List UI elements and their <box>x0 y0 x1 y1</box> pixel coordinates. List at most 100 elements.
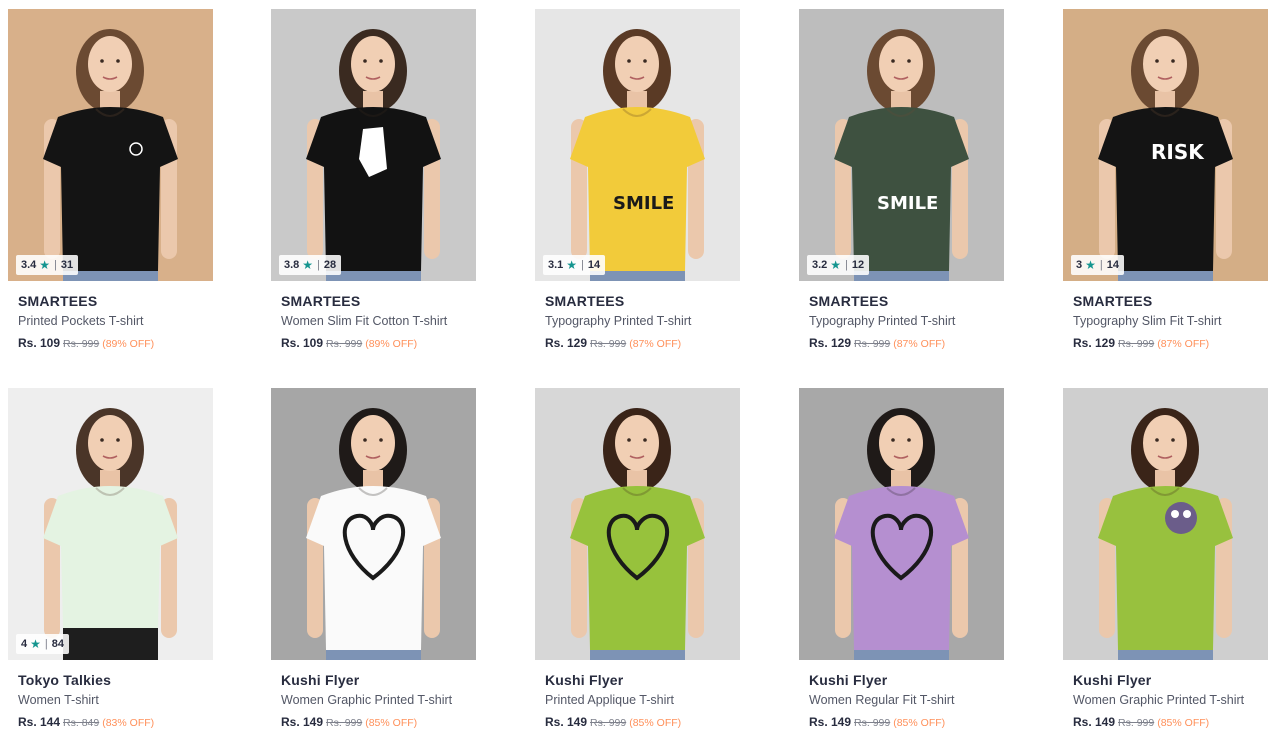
product-mrp: Rs. 999 <box>63 338 100 350</box>
product-discount: (87% OFF) <box>893 338 946 350</box>
rating-separator: | <box>317 259 320 271</box>
price-row: Rs. 144 Rs. 849 (83% OFF) <box>18 715 213 731</box>
product-image[interactable]: 3.4 ★ | 31 <box>8 9 213 281</box>
star-icon: ★ <box>830 258 842 272</box>
product-discount: (85% OFF) <box>893 717 946 729</box>
product-card[interactable]: SMILE 3.1 ★ | 14 SMARTEES Typography Printed T… <box>535 9 740 352</box>
price-row: Rs. 109 Rs. 999 (89% OFF) <box>281 336 476 352</box>
product-card[interactable]: 3.4 ★ | 31 SMARTEES Printed Pockets T-shirt Rs… <box>8 9 213 352</box>
product-name[interactable]: Women Graphic Printed T-shirt <box>281 693 476 708</box>
product-brand[interactable]: SMARTEES <box>1073 293 1268 309</box>
product-card[interactable]: 4 ★ | 84 Tokyo Talkies Women T-shirt Rs. 144 Rs… <box>8 388 213 731</box>
price-row: Rs. 109 Rs. 999 (89% OFF) <box>18 336 213 352</box>
product-brand[interactable]: SMARTEES <box>281 293 476 309</box>
product-price: Rs. 129 <box>809 336 852 350</box>
product-brand[interactable]: Kushi Flyer <box>1073 672 1268 688</box>
product-discount: (89% OFF) <box>365 338 418 350</box>
product-mrp: Rs. 849 <box>63 717 100 729</box>
product-card[interactable]: SMILE 3.2 ★ | 12 SMARTEES Typography Printed T… <box>799 9 1004 352</box>
product-card[interactable]: Kushi Flyer Printed Applique T-shirt Rs. 1… <box>535 388 740 731</box>
product-info: SMARTEES Typography Slim Fit T-shirt Rs. 1… <box>1063 281 1268 352</box>
product-info: SMARTEES Typography Printed T-shirt Rs. 12… <box>535 281 740 352</box>
star-icon: ★ <box>30 637 41 651</box>
star-icon: ★ <box>302 258 314 272</box>
rating-count: 28 <box>323 259 337 271</box>
rating-count: 31 <box>60 259 74 271</box>
product-info: Kushi Flyer Women Graphic Printed T-shirt… <box>271 660 476 731</box>
product-discount: (89% OFF) <box>102 338 155 350</box>
product-brand[interactable]: Kushi Flyer <box>281 672 476 688</box>
product-card[interactable]: Kushi Flyer Women Graphic Printed T-shirt… <box>271 388 476 731</box>
product-image[interactable] <box>799 388 1004 660</box>
rating-value: 3.4 <box>21 259 37 271</box>
price-row: Rs. 129 Rs. 999 (87% OFF) <box>809 336 1004 352</box>
product-price: Rs. 149 <box>1073 715 1116 729</box>
product-name[interactable]: Typography Printed T-shirt <box>809 314 1004 329</box>
star-icon: ★ <box>1085 258 1096 272</box>
rating-count: 12 <box>851 259 865 271</box>
price-row: Rs. 129 Rs. 999 (87% OFF) <box>1073 336 1268 352</box>
product-image[interactable]: 3.8 ★ | 28 <box>271 9 476 281</box>
price-row: Rs. 149 Rs. 999 (85% OFF) <box>809 715 1004 731</box>
star-icon: ★ <box>566 258 578 272</box>
product-mrp: Rs. 999 <box>854 717 891 729</box>
product-image[interactable]: RISK 3 ★ | 14 <box>1063 9 1268 281</box>
product-image[interactable] <box>1063 388 1268 660</box>
product-discount: (85% OFF) <box>629 717 682 729</box>
product-price: Rs. 129 <box>545 336 588 350</box>
star-icon: ★ <box>39 258 51 272</box>
rating-separator: | <box>44 638 48 650</box>
product-brand[interactable]: Kushi Flyer <box>545 672 740 688</box>
product-name[interactable]: Women Slim Fit Cotton T-shirt <box>281 314 476 329</box>
product-mrp: Rs. 999 <box>854 338 891 350</box>
product-image[interactable] <box>535 388 740 660</box>
price-row: Rs. 129 Rs. 999 (87% OFF) <box>545 336 740 352</box>
tshirt-print-text: SMILE <box>877 193 938 214</box>
product-brand[interactable]: SMARTEES <box>809 293 1004 309</box>
product-name[interactable]: Printed Pockets T-shirt <box>18 314 213 329</box>
product-name[interactable]: Women Regular Fit T-shirt <box>809 693 1004 708</box>
rating-badge: 3 ★ | 14 <box>1071 255 1124 275</box>
product-name[interactable]: Printed Applique T-shirt <box>545 693 740 708</box>
product-mrp: Rs. 999 <box>1118 338 1155 350</box>
product-name[interactable]: Women T-shirt <box>18 693 213 708</box>
product-price: Rs. 149 <box>809 715 852 729</box>
rating-badge: 3.2 ★ | 12 <box>807 255 870 275</box>
product-mrp: Rs. 999 <box>326 338 363 350</box>
product-brand[interactable]: SMARTEES <box>545 293 740 309</box>
product-grid: 3.4 ★ | 31 SMARTEES Printed Pockets T-shirt Rs… <box>0 0 1280 736</box>
product-discount: (85% OFF) <box>365 717 418 729</box>
product-brand[interactable]: SMARTEES <box>18 293 213 309</box>
product-mrp: Rs. 999 <box>326 717 363 729</box>
product-discount: (87% OFF) <box>1157 338 1210 350</box>
product-card[interactable]: Kushi Flyer Women Graphic Printed T-shirt… <box>1063 388 1268 731</box>
rating-value: 4 <box>21 638 28 650</box>
rating-separator: | <box>54 259 57 271</box>
product-name[interactable]: Typography Slim Fit T-shirt <box>1073 314 1268 329</box>
product-brand[interactable]: Tokyo Talkies <box>18 672 213 688</box>
product-card[interactable]: RISK 3 ★ | 14 SMARTEES Typography Slim Fit T-s… <box>1063 9 1268 352</box>
product-mrp: Rs. 999 <box>590 717 627 729</box>
product-discount: (83% OFF) <box>102 717 155 729</box>
product-discount: (85% OFF) <box>1157 717 1210 729</box>
product-brand[interactable]: Kushi Flyer <box>809 672 1004 688</box>
rating-separator: | <box>581 259 584 271</box>
product-card[interactable]: Kushi Flyer Women Regular Fit T-shirt Rs. … <box>799 388 1004 731</box>
product-info: Kushi Flyer Women Regular Fit T-shirt Rs. … <box>799 660 1004 731</box>
product-name[interactable]: Typography Printed T-shirt <box>545 314 740 329</box>
product-image[interactable]: 4 ★ | 84 <box>8 388 213 660</box>
product-image[interactable]: SMILE 3.2 ★ | 12 <box>799 9 1004 281</box>
product-price: Rs. 149 <box>281 715 324 729</box>
tshirt-print-text: SMILE <box>613 193 674 214</box>
product-mrp: Rs. 999 <box>1118 717 1155 729</box>
product-info: SMARTEES Printed Pockets T-shirt Rs. 109 Rs… <box>8 281 213 352</box>
rating-value: 3.8 <box>284 259 300 271</box>
product-image[interactable] <box>271 388 476 660</box>
product-name[interactable]: Women Graphic Printed T-shirt <box>1073 693 1268 708</box>
product-card[interactable]: 3.8 ★ | 28 SMARTEES Women Slim Fit Cotton T-s… <box>271 9 476 352</box>
rating-badge: 3.8 ★ | 28 <box>279 255 342 275</box>
product-discount: (87% OFF) <box>629 338 682 350</box>
rating-value: 3.1 <box>548 259 564 271</box>
product-image[interactable]: SMILE 3.1 ★ | 14 <box>535 9 740 281</box>
product-price: Rs. 109 <box>18 336 61 350</box>
